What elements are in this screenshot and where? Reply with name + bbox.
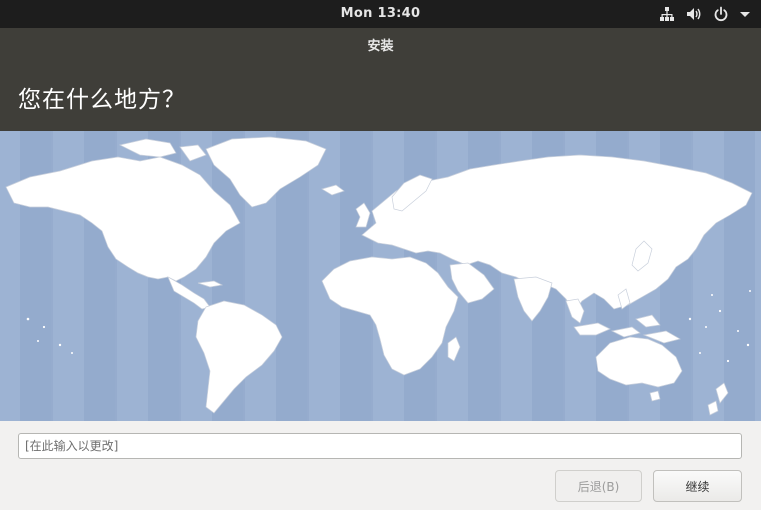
continue-button[interactable]: 继续 <box>653 470 742 502</box>
volume-icon[interactable] <box>686 6 702 22</box>
location-search-input[interactable] <box>18 433 742 459</box>
timezone-map[interactable] <box>0 131 761 421</box>
clock[interactable]: Mon 13:40 <box>0 6 761 21</box>
window-header: 安装 您在什么地方？ <box>0 28 761 131</box>
network-icon[interactable] <box>659 6 675 22</box>
page-heading: 您在什么地方？ <box>18 87 186 113</box>
window-title: 安装 <box>367 39 394 54</box>
world-map-graphic[interactable] <box>0 131 761 421</box>
menu-arrow-icon[interactable] <box>737 6 753 22</box>
back-button[interactable]: 后退(B) <box>555 470 642 502</box>
top-bar: Mon 13:40 <box>0 0 761 28</box>
power-icon[interactable] <box>713 6 729 22</box>
